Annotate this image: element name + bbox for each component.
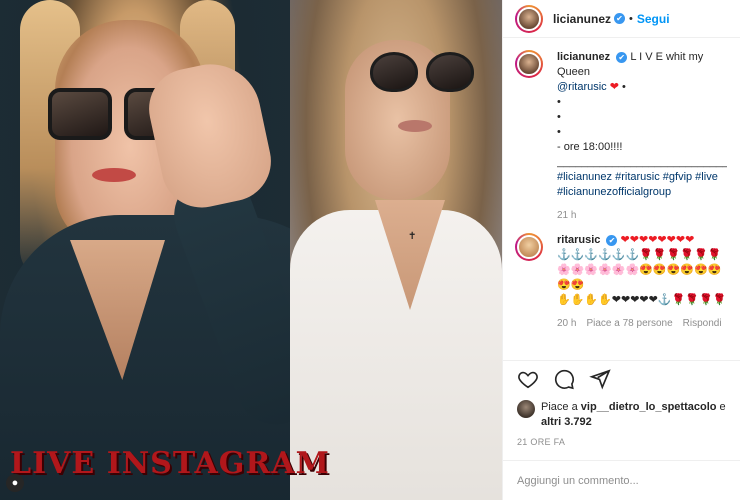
caption-time-line: - ore 18:00!!!! (557, 141, 623, 153)
comment-icon[interactable] (553, 368, 575, 393)
likes-prefix: Piace a (541, 401, 578, 413)
heart-emoji: ❤ (609, 81, 619, 93)
comment-text: 🌸🌸🌸🌸🌸🌸😍😍😍😍😍😍😍😍 (557, 264, 722, 291)
lens (370, 52, 418, 92)
avatar[interactable] (515, 233, 543, 261)
caption-age[interactable]: 21 h (557, 208, 576, 223)
caption-bullet-line: • (557, 96, 561, 108)
avatar[interactable] (515, 4, 543, 33)
caption-divider: _______________________________ (557, 156, 727, 168)
lips-shape (398, 120, 432, 132)
likes-others[interactable]: altri 3.792 (541, 416, 592, 428)
likes-summary: Piace a vip__dietro_lo_spettacolo e altr… (517, 400, 737, 430)
add-comment-input[interactable]: Aggiungi un commento... (503, 460, 740, 500)
post-media[interactable]: ✝ LIVE INSTAGRAM ● (0, 0, 502, 500)
caption-body: licianunez ✔ L I V E whit my Queen @rita… (557, 50, 727, 223)
caption-meta: 21 h (557, 208, 727, 223)
comment-likes[interactable]: Piace a 78 persone (586, 316, 672, 331)
verified-icon: ✔ (606, 234, 618, 246)
likes-user[interactable]: vip__dietro_lo_spettacolo (581, 401, 717, 413)
caption-bullet-line: • (557, 111, 561, 123)
verified-icon: ✔ (614, 13, 626, 24)
caption-username[interactable]: licianunez (557, 51, 610, 63)
comment-text: ❤❤❤❤❤❤❤❤ (620, 234, 695, 246)
verified-icon: ✔ (616, 51, 628, 63)
caption-row: licianunez ✔ L I V E whit my Queen @rita… (515, 50, 729, 223)
lips-shape (92, 168, 136, 182)
action-bar (503, 360, 740, 400)
follow-button[interactable]: Segui (637, 12, 670, 26)
post-sidebar: licianunez ✔ • Segui licianunez ✔ L I V … (502, 0, 740, 500)
live-instagram-overlay-text: LIVE INSTAGRAM (10, 446, 330, 481)
cross-pendant-icon: ✝ (408, 231, 417, 242)
likes-suffix: e (719, 401, 726, 413)
post-header: licianunez ✔ • Segui (503, 0, 740, 38)
lens (426, 52, 474, 92)
caption-bullet-line: • (557, 126, 561, 138)
lens (48, 88, 112, 140)
caption-hashtags[interactable]: #licianunezofficialgroup (557, 185, 727, 200)
comment-meta: 20 h Piace a 78 persone Rispondi (557, 316, 727, 331)
reply-button[interactable]: Rispondi (683, 316, 722, 331)
user-tag-icon[interactable]: ● (6, 474, 24, 492)
separator-dot: • (629, 12, 633, 25)
photo-left (0, 0, 370, 500)
liker-avatar[interactable] (517, 400, 535, 418)
header-username[interactable]: licianunez (553, 12, 611, 26)
comments-list[interactable]: licianunez ✔ L I V E whit my Queen @rita… (503, 38, 740, 360)
comment-row: ritarusic ✔ ❤❤❤❤❤❤❤❤ ⚓⚓⚓⚓⚓⚓🌹🌹🌹🌹🌹🌹 🌸🌸🌸🌸🌸🌸… (515, 233, 729, 331)
heart-icon[interactable] (517, 368, 539, 393)
comment-age[interactable]: 20 h (557, 316, 576, 331)
comment-body: ritarusic ✔ ❤❤❤❤❤❤❤❤ ⚓⚓⚓⚓⚓⚓🌹🌹🌹🌹🌹🌹 🌸🌸🌸🌸🌸🌸… (557, 233, 727, 331)
caption-bullet: • (622, 81, 626, 93)
mention-link[interactable]: @ritarusic (557, 81, 607, 93)
post-timestamp[interactable]: 21 ORE FA (517, 437, 565, 447)
comment-username[interactable]: ritarusic (557, 234, 600, 246)
comment-text: ⚓⚓⚓⚓⚓⚓🌹🌹🌹🌹🌹🌹 (557, 249, 722, 261)
share-icon[interactable] (589, 368, 611, 393)
avatar[interactable] (515, 50, 543, 78)
photo-right: ✝ (290, 0, 502, 500)
sunglasses-shape (370, 52, 480, 94)
comment-text: ✋✋✋✋❤❤❤❤❤⚓🌹🌹🌹🌹 (557, 294, 727, 306)
caption-hashtags[interactable]: #licianunez #ritarusic #gfvip #live (557, 170, 727, 185)
